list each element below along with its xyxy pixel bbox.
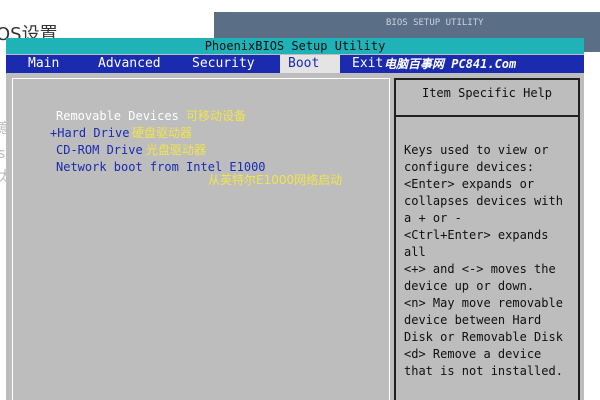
background-bios-banner-title: BIOS SETUP UTILITY — [386, 18, 484, 28]
boot-item-cd-rom-drive[interactable]: CD-ROM Drive — [56, 142, 143, 159]
background-fragment: s — [0, 146, 6, 162]
item-help-divider — [396, 115, 578, 117]
help-line: <+> and <-> moves the — [404, 262, 556, 276]
item-help-text: Keys used to view or configure devices: … — [404, 142, 570, 380]
bios-menu-bar: Main Advanced Security Boot Exit 电脑百事网 P… — [6, 55, 584, 73]
help-line: configure devices: — [404, 160, 535, 174]
help-line: <Ctrl+Enter> expands — [404, 228, 549, 242]
help-line: <d> Remove a device — [404, 347, 542, 361]
boot-item-note: 可移动设备 — [186, 109, 247, 123]
help-line: Disk or Removable Disk — [404, 330, 563, 344]
help-line: Keys used to view or — [404, 143, 549, 157]
item-help-title: Item Specific Help — [421, 86, 553, 100]
help-line: device up or down. — [404, 279, 535, 293]
help-line: that is not installed. — [404, 364, 563, 378]
bios-screen: PhoenixBIOS Setup Utility Main Advanced … — [6, 38, 584, 400]
tab-security[interactable]: Security — [192, 55, 255, 73]
help-line: device between Hard — [404, 313, 542, 327]
help-line: all — [404, 245, 426, 259]
help-line: a + or - — [404, 211, 462, 225]
help-line: <Enter> expands or — [404, 177, 535, 191]
boot-item-note: 光盘驱动器 — [146, 143, 207, 157]
help-line: <n> May move removable — [404, 296, 563, 310]
boot-item-hard-drive[interactable]: +Hard Drive — [50, 125, 129, 142]
tab-exit[interactable]: Exit — [352, 55, 383, 73]
bios-title-bar: PhoenixBIOS Setup Utility — [6, 38, 584, 54]
boot-item-removable-devices[interactable]: Removable Devices — [56, 108, 179, 125]
help-line: collapses devices with — [404, 194, 563, 208]
site-watermark: 电脑百事网 PC841.Com — [384, 57, 517, 71]
tab-main[interactable]: Main — [28, 55, 59, 73]
tab-boot[interactable]: Boot — [280, 55, 340, 73]
boot-item-note: 硬盘驱动器 — [132, 126, 193, 140]
tab-advanced[interactable]: Advanced — [98, 55, 161, 73]
boot-item-note: 从英特尔E1000网络启动 — [208, 173, 343, 187]
